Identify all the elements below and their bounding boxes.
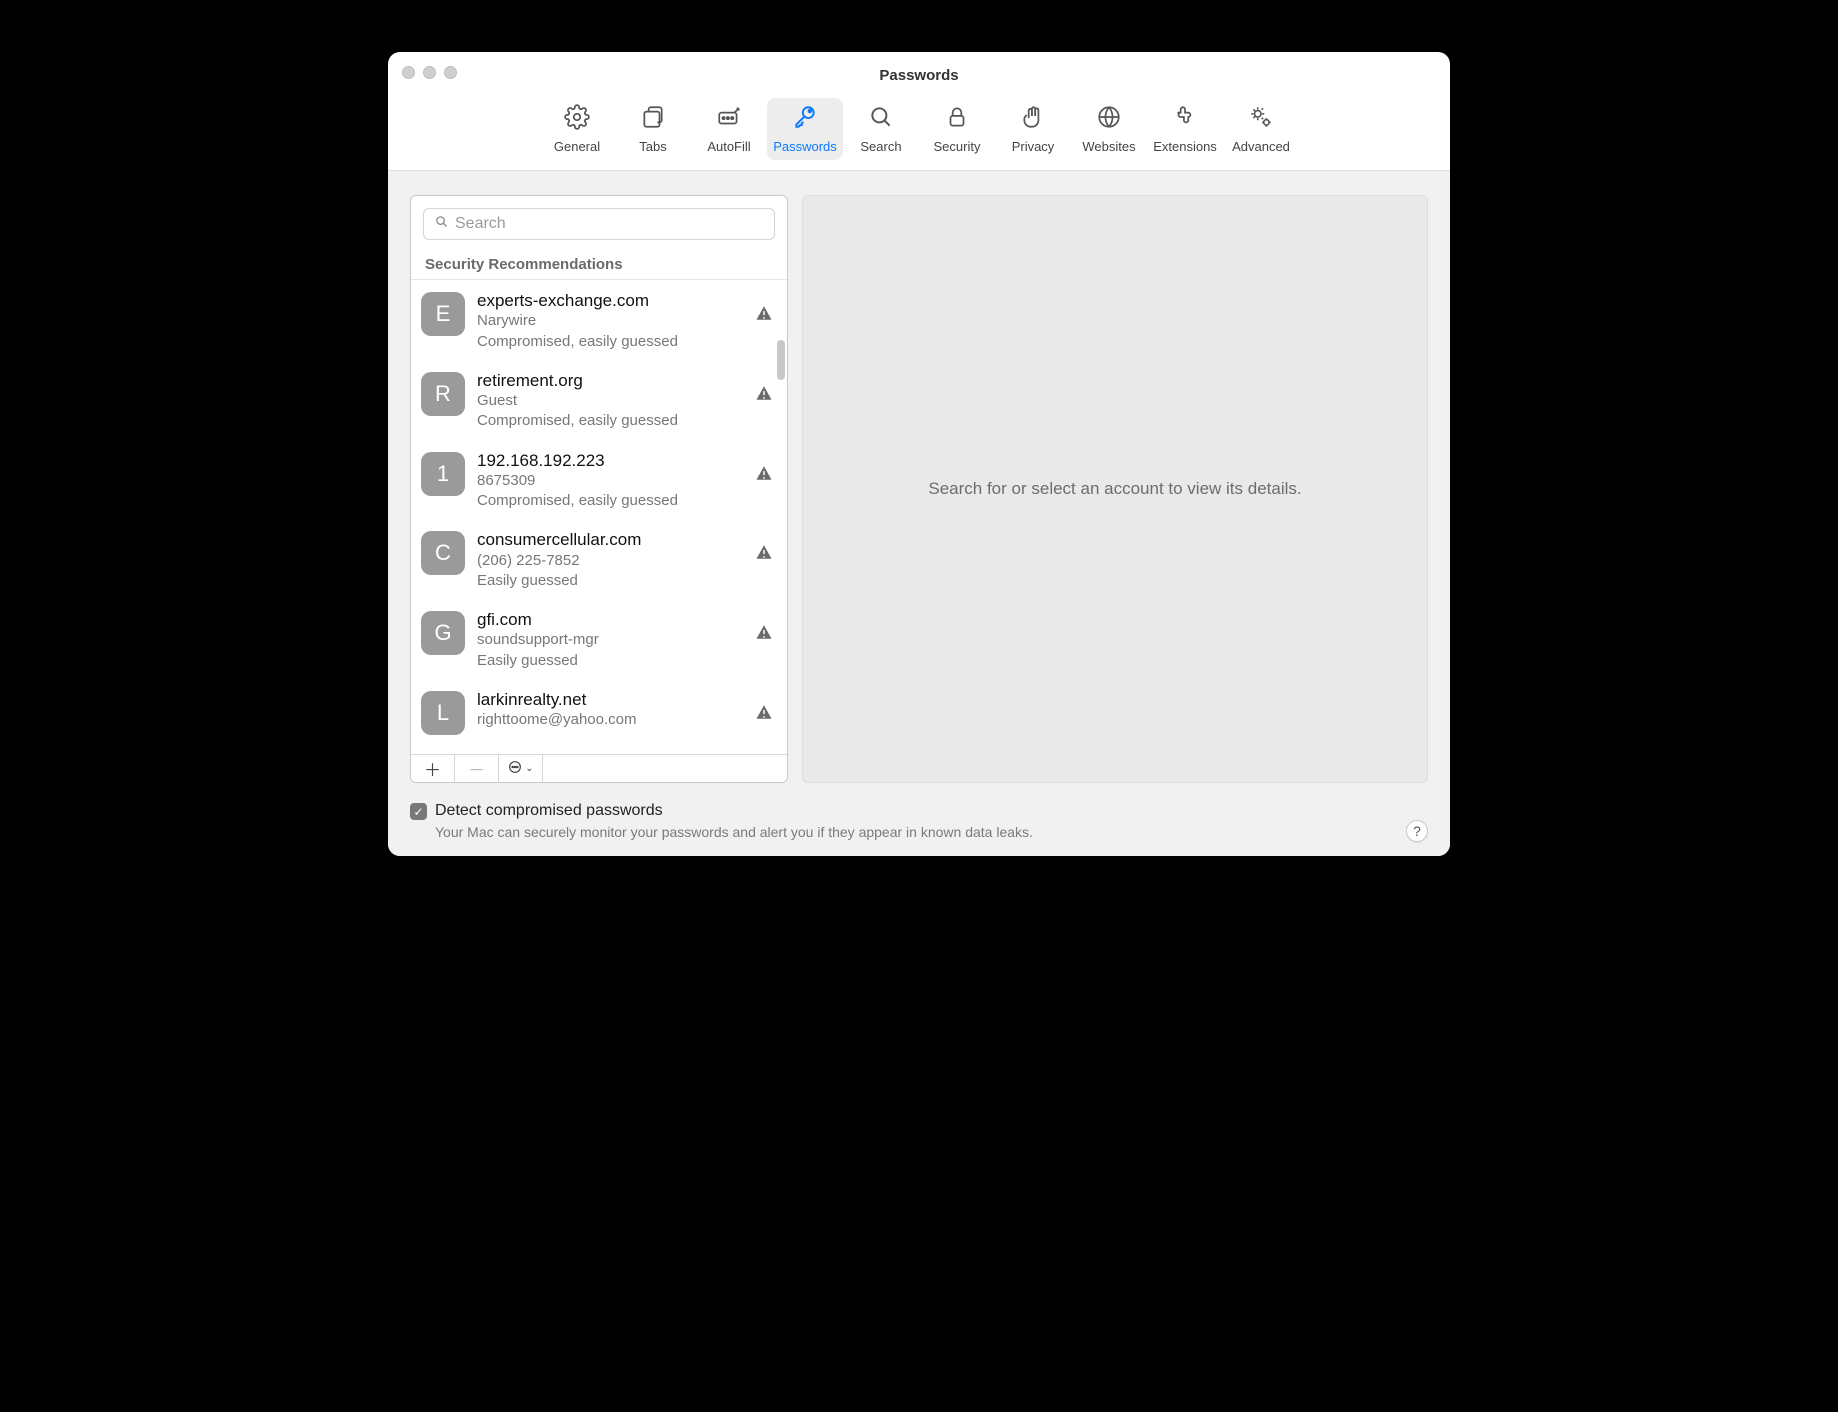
site-avatar: E	[421, 292, 465, 336]
site-name: 192.168.192.223	[477, 450, 773, 471]
tab-advanced[interactable]: Advanced	[1223, 98, 1299, 160]
footer: ✓ Detect compromised passwords Your Mac …	[410, 801, 1428, 840]
tab-security[interactable]: Security	[919, 98, 995, 160]
tab-tabs[interactable]: Tabs	[615, 98, 691, 160]
preferences-window: Passwords General Tabs AutoFill Password…	[388, 52, 1450, 856]
passwords-sidebar: Security Recommendations E experts-excha…	[410, 195, 788, 783]
add-button[interactable]: ＋	[411, 755, 455, 782]
window-controls	[402, 66, 457, 79]
checkbox-label: Detect compromised passwords	[435, 801, 1033, 822]
tab-label: Tabs	[639, 139, 666, 154]
tab-label: Security	[934, 139, 981, 154]
site-name: retirement.org	[477, 370, 773, 391]
tab-passwords[interactable]: Passwords	[767, 98, 843, 160]
list-bottom-bar: ＋ － ⌄	[411, 754, 787, 782]
detail-placeholder: Search for or select an account to view …	[928, 479, 1301, 499]
site-name: experts-exchange.com	[477, 290, 773, 311]
list-item[interactable]: E experts-exchange.com Narywire Compromi…	[411, 280, 787, 360]
tab-autofill[interactable]: AutoFill	[691, 98, 767, 160]
password-list: E experts-exchange.com Narywire Compromi…	[411, 280, 787, 754]
status-text: Compromised, easily guessed	[477, 411, 773, 431]
list-item[interactable]: L larkinrealty.net righttoome@yahoo.com	[411, 679, 787, 743]
window-title: Passwords	[879, 67, 958, 84]
tabs-icon	[640, 104, 666, 135]
site-name: consumercellular.com	[477, 529, 773, 550]
site-name: larkinrealty.net	[477, 689, 773, 710]
user-name: Narywire	[477, 311, 773, 331]
warning-icon	[755, 543, 773, 561]
status-text: Easily guessed	[477, 651, 773, 671]
toolbar: General Tabs AutoFill Passwords Search	[388, 98, 1450, 171]
scrollbar-thumb[interactable]	[777, 340, 785, 380]
site-avatar: L	[421, 691, 465, 735]
user-name: Guest	[477, 391, 773, 411]
warning-icon	[755, 304, 773, 322]
lock-icon	[944, 104, 970, 135]
site-avatar: R	[421, 372, 465, 416]
warning-icon	[755, 464, 773, 482]
close-icon[interactable]	[402, 66, 415, 79]
site-avatar: 1	[421, 452, 465, 496]
site-avatar: G	[421, 611, 465, 655]
remove-button[interactable]: －	[455, 755, 499, 782]
hand-icon	[1020, 104, 1046, 135]
list-item[interactable]: R retirement.org Guest Compromised, easi…	[411, 360, 787, 440]
actions-menu-button[interactable]: ⌄	[499, 755, 543, 782]
gears-icon	[1248, 104, 1274, 135]
site-name: gfi.com	[477, 609, 773, 630]
help-button[interactable]: ?	[1406, 820, 1428, 842]
zoom-icon[interactable]	[444, 66, 457, 79]
minimize-icon[interactable]	[423, 66, 436, 79]
tab-extensions[interactable]: Extensions	[1147, 98, 1223, 160]
tab-search[interactable]: Search	[843, 98, 919, 160]
warning-icon	[755, 703, 773, 721]
tab-label: Privacy	[1012, 139, 1055, 154]
key-icon	[792, 104, 818, 135]
status-text: Compromised, easily guessed	[477, 491, 773, 511]
tab-general[interactable]: General	[539, 98, 615, 160]
tab-label: AutoFill	[707, 139, 750, 154]
autofill-icon	[716, 104, 742, 135]
user-name: (206) 225-7852	[477, 551, 773, 571]
tab-privacy[interactable]: Privacy	[995, 98, 1071, 160]
search-icon	[434, 214, 449, 234]
puzzle-icon	[1172, 104, 1198, 135]
detail-pane: Search for or select an account to view …	[802, 195, 1428, 783]
ellipsis-icon	[507, 759, 523, 778]
status-text: Compromised, easily guessed	[477, 332, 773, 352]
warning-icon	[755, 384, 773, 402]
list-item[interactable]: 1 192.168.192.223 8675309 Compromised, e…	[411, 440, 787, 520]
content-area: Security Recommendations E experts-excha…	[388, 171, 1450, 856]
globe-icon	[1096, 104, 1122, 135]
search-input[interactable]	[455, 215, 764, 233]
list-item[interactable]: C consumercellular.com (206) 225-7852 Ea…	[411, 519, 787, 599]
user-name: soundsupport-mgr	[477, 630, 773, 650]
tab-label: Websites	[1082, 139, 1135, 154]
search-input-wrapper[interactable]	[423, 208, 775, 240]
search-icon	[868, 104, 894, 135]
detect-compromised-checkbox[interactable]: ✓	[410, 803, 427, 820]
chevron-down-icon: ⌄	[525, 763, 533, 774]
tab-label: General	[554, 139, 600, 154]
status-text: Easily guessed	[477, 571, 773, 591]
tab-label: Advanced	[1232, 139, 1290, 154]
tab-label: Passwords	[773, 139, 837, 154]
site-avatar: C	[421, 531, 465, 575]
tab-label: Search	[860, 139, 901, 154]
tab-websites[interactable]: Websites	[1071, 98, 1147, 160]
list-item[interactable]: G gfi.com soundsupport-mgr Easily guesse…	[411, 599, 787, 679]
gear-icon	[564, 104, 590, 135]
warning-icon	[755, 623, 773, 641]
section-header: Security Recommendations	[411, 248, 787, 280]
user-name: 8675309	[477, 471, 773, 491]
titlebar: Passwords	[388, 52, 1450, 98]
user-name: righttoome@yahoo.com	[477, 710, 773, 730]
tab-label: Extensions	[1153, 139, 1217, 154]
checkbox-description: Your Mac can securely monitor your passw…	[435, 824, 1033, 840]
